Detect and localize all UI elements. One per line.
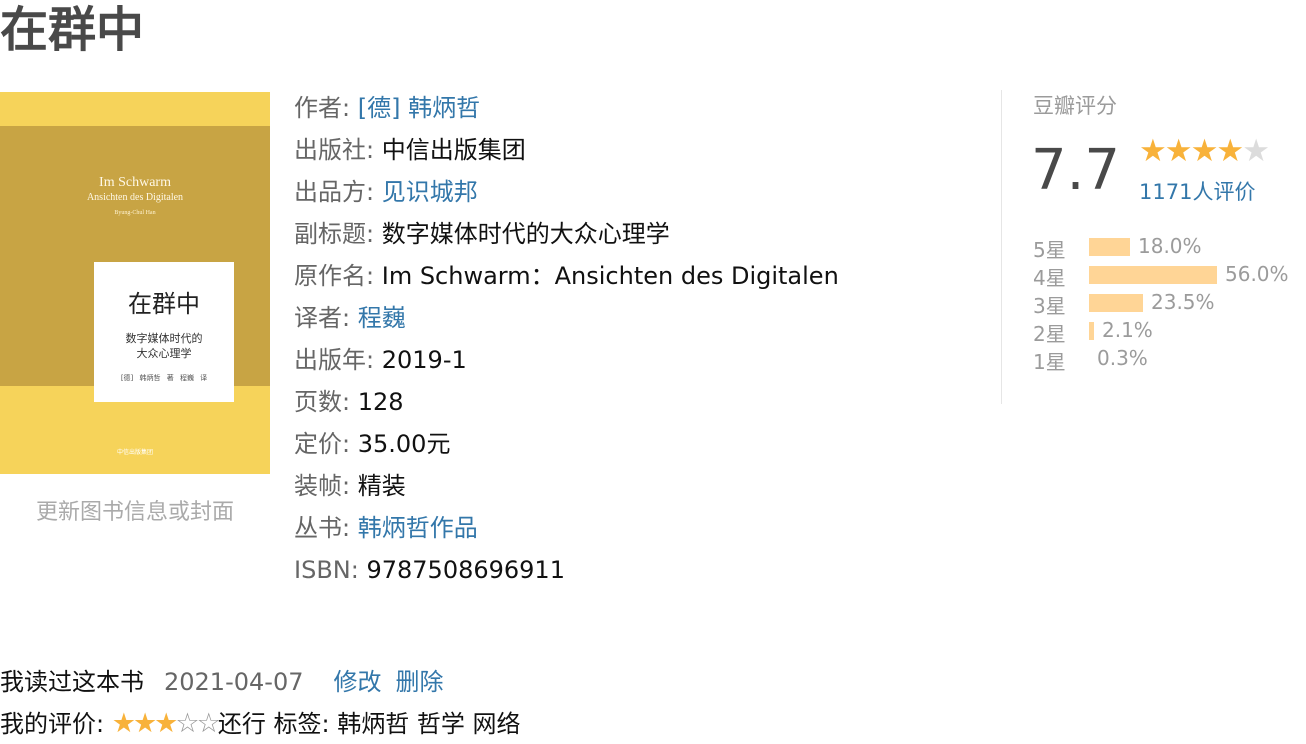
cover-credit: [德] 韩炳哲 著 程巍 译 [120,374,208,382]
rating-dist-percent: 2.1% [1102,318,1153,342]
rating-dist-label: 3星 [1033,294,1066,318]
rating-dist-bar [1089,322,1094,340]
cover-publisher: 中信出版集团 [116,449,153,456]
rating-dist-label: 4星 [1033,266,1066,290]
info-row-translator: 译者: 程巍 [294,297,839,339]
reading-status-text: 我读过这本书 [0,668,144,696]
cover-subtitle-line: 大众心理学 [136,347,192,360]
info-row-author: 作者: [德] 韩炳哲 [294,87,839,129]
rating-score: 7.7 [1031,138,1121,203]
info-label: 作者: [294,94,351,122]
info-label: ISBN: [294,556,359,584]
series-link[interactable]: 韩炳哲作品 [358,514,478,542]
info-label: 出版年: [294,346,375,374]
info-label: 副标题: [294,220,375,248]
translator-link[interactable]: 程巍 [358,304,406,332]
star-filled-icon: ★ [1164,133,1193,169]
info-label: 译者: [294,304,351,332]
isbn-value: 9787508696911 [366,556,565,584]
star-filled-icon: ★ [1190,133,1219,169]
original-title-value: Im Schwarm：Ansichten des Digitalen [381,262,839,290]
rating-title: 豆瓣评分 [1033,94,1117,118]
delete-link[interactable]: 删除 [395,668,443,696]
info-label: 页数: [294,388,351,416]
cover-subtitle-line: 数字媒体时代的 [125,332,203,345]
info-row-series: 丛书: 韩炳哲作品 [294,507,839,549]
my-rating: 我的评价: ★★★☆☆还行 标签: 韩炳哲 哲学 网络 [0,704,520,739]
rating-dist-bar [1089,238,1130,256]
cover-english-title: Im Schwarm [99,175,171,190]
cover-english-author: Byung-Chul Han [114,210,156,216]
producer-link[interactable]: 见识城邦 [382,178,478,206]
star-outline-icon[interactable]: ☆ [175,708,199,739]
book-cover[interactable]: Im Schwarm Ansichten des Digitalen Byung… [0,92,270,474]
reading-date: 2021-04-07 [164,668,304,696]
edit-link[interactable]: 修改 [333,668,381,696]
info-row-binding: 装帧: 精装 [294,465,839,507]
pages-value: 128 [357,388,404,416]
info-row-pages: 页数: 128 [294,381,839,423]
rating-dist-percent: 0.3% [1097,346,1148,370]
rating-dist-label: 5星 [1033,238,1066,262]
binding-value: 精装 [357,472,406,500]
info-label: 出版社: [294,136,375,164]
info-row-pub-year: 出版年: 2019-1 [294,339,839,381]
rating-dist-percent: 18.0% [1138,234,1202,258]
star-filled-icon[interactable]: ★ [133,708,157,739]
info-row-isbn: ISBN: 9787508696911 [294,549,839,591]
info-row-original-title: 原作名: Im Schwarm：Ansichten des Digitalen [294,255,839,297]
tags-label: 标签: [273,710,330,738]
star-empty-icon: ★ [1242,133,1270,169]
rating-panel: 豆瓣评分 7.7 ★★★★★ 1171人评价 5星 18.0% 4星 56.0%… [1001,90,1306,404]
star-filled-icon: ★ [1139,133,1167,169]
info-row-publisher: 出版社: 中信出版集团 [294,129,839,171]
my-reading-status: 我读过这本书 2021-04-07 修改 删除 [0,662,443,697]
my-rating-text: 还行 [217,710,266,738]
book-title: 在群中 [0,2,145,58]
star-filled-icon[interactable]: ★ [112,708,136,739]
book-info: 作者: [德] 韩炳哲 出版社: 中信出版集团 出品方: 见识城邦 副标题: 数… [294,87,839,591]
info-row-subtitle: 副标题: 数字媒体时代的大众心理学 [294,213,839,255]
rating-dist-percent: 23.5% [1151,290,1215,314]
tags-value: 韩炳哲 哲学 网络 [337,710,521,738]
publisher-value: 中信出版集团 [381,136,526,164]
rating-stars-icon: ★★★★★ [1139,133,1270,169]
rating-dist-bar [1089,294,1143,312]
info-row-price: 定价: 35.00元 [294,423,839,465]
price-value: 35.00元 [357,430,451,458]
cover-english-subtitle: Ansichten des Digitalen [86,192,184,203]
update-book-info-link[interactable]: 更新图书信息或封面 [0,494,270,526]
my-rating-stars-icon[interactable]: ★★★☆☆ [112,708,221,739]
info-label: 出品方: [294,178,375,206]
my-rating-label: 我的评价: [0,710,105,738]
info-label: 装帧: [294,472,351,500]
rating-dist-bar [1089,266,1217,284]
info-label: 原作名: [294,262,375,290]
info-label: 定价: [294,430,351,458]
rating-count-link[interactable]: 1171人评价 [1139,176,1255,206]
pub-year-value: 2019-1 [381,346,467,374]
subtitle-value: 数字媒体时代的大众心理学 [381,220,670,248]
star-outline-icon[interactable]: ☆ [197,708,221,739]
rating-dist-label: 1星 [1033,350,1066,374]
info-row-producer: 出品方: 见识城邦 [294,171,839,213]
info-label: 丛书: [294,514,351,542]
cover-chinese-title: 在群中 [128,290,200,318]
star-filled-icon: ★ [1216,133,1244,169]
author-link[interactable]: [德] 韩炳哲 [358,94,480,122]
cover-chinese-subtitle: 数字媒体时代的 大众心理学 [94,331,234,361]
rating-dist-percent: 56.0% [1225,262,1289,286]
star-filled-icon[interactable]: ★ [154,708,178,739]
cover-title-card: 在群中 数字媒体时代的 大众心理学 [德] 韩炳哲 著 程巍 译 [94,262,234,402]
rating-dist-label: 2星 [1033,322,1066,346]
